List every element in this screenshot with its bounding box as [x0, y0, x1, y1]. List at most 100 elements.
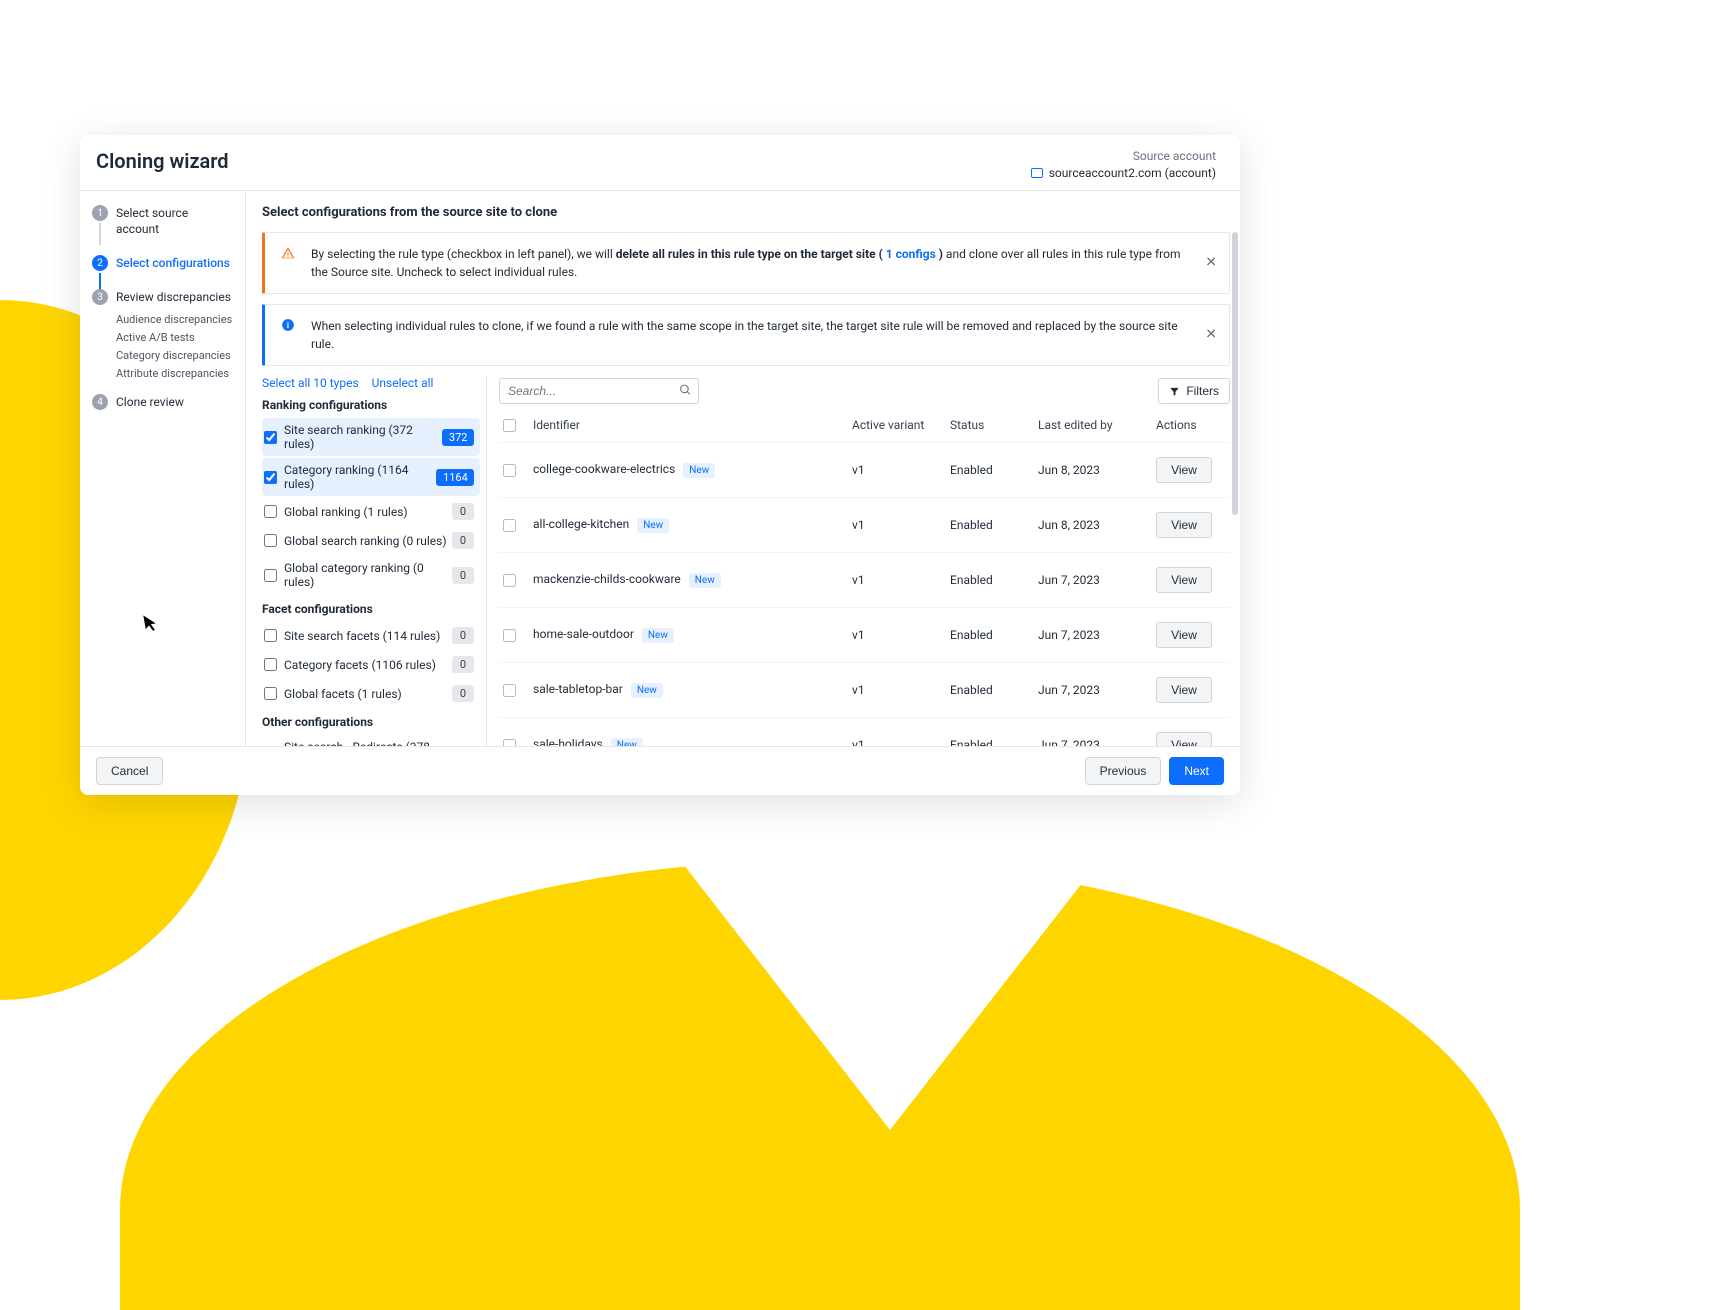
type-checkbox[interactable] [264, 687, 277, 700]
row-checkbox[interactable] [503, 629, 516, 642]
table-row[interactable]: sale-holidaysNewv1EnabledJun 7, 2023View [499, 718, 1230, 746]
type-checkbox[interactable] [264, 629, 277, 642]
row-edited: Jun 7, 2023 [1038, 628, 1148, 642]
row-checkbox[interactable] [503, 739, 516, 747]
type-global-facets[interactable]: Global facets (1 rules) 0 [262, 680, 480, 707]
view-button[interactable]: View [1156, 567, 1212, 593]
new-badge: New [631, 683, 663, 698]
type-global-search-ranking[interactable]: Global search ranking (0 rules) 0 [262, 527, 480, 554]
warning-alert: By selecting the rule type (checkbox in … [262, 232, 1230, 294]
row-edited: Jun 7, 2023 [1038, 573, 1148, 587]
select-links: Select all 10 types Unselect all [262, 376, 480, 390]
substep-abtests[interactable]: Active A/B tests [116, 331, 233, 344]
step-connector [99, 223, 101, 245]
table-row[interactable]: mackenzie-childs-cookwareNewv1EnabledJun… [499, 553, 1230, 608]
type-checkbox[interactable] [264, 658, 277, 671]
row-edited: Jun 8, 2023 [1038, 463, 1148, 477]
view-button[interactable]: View [1156, 512, 1212, 538]
config-area: Select all 10 types Unselect all Ranking… [262, 376, 1230, 746]
warning-icon [281, 246, 295, 265]
step-3[interactable]: 3 Review discrepancies [92, 289, 233, 305]
select-all-link[interactable]: Select all 10 types [262, 376, 359, 390]
type-checkbox[interactable] [264, 505, 277, 518]
row-checkbox[interactable] [503, 684, 516, 697]
count-badge: 0 [452, 746, 474, 747]
step-2[interactable]: 2 Select configurations [92, 255, 233, 271]
close-alert-button[interactable]: ✕ [1205, 325, 1217, 346]
row-variant: v1 [852, 628, 942, 642]
substep-audience[interactable]: Audience discrepancies [116, 313, 233, 326]
row-checkbox[interactable] [503, 464, 516, 477]
step-1-label: Select source account [116, 205, 233, 237]
table-row[interactable]: all-college-kitchenNewv1EnabledJun 8, 20… [499, 498, 1230, 553]
step-3-num: 3 [92, 289, 108, 305]
modal-title: Cloning wizard [96, 149, 229, 173]
table-header: Identifier Active variant Status Last ed… [499, 412, 1230, 443]
cancel-button[interactable]: Cancel [96, 757, 163, 785]
row-variant: v1 [852, 683, 942, 697]
cloning-wizard-modal: Cloning wizard Source account sourceacco… [80, 135, 1240, 795]
close-alert-button[interactable]: ✕ [1205, 253, 1217, 274]
configs-link[interactable]: 1 configs [886, 247, 936, 261]
type-checkbox[interactable] [264, 534, 277, 547]
new-badge: New [611, 738, 643, 746]
type-site-search-facets[interactable]: Site search facets (114 rules) 0 [262, 622, 480, 649]
view-button[interactable]: View [1156, 622, 1212, 648]
table-row[interactable]: college-cookware-electricsNewv1EnabledJu… [499, 443, 1230, 498]
step-4-num: 4 [92, 394, 108, 410]
count-badge: 0 [452, 656, 474, 673]
count-badge: 1164 [436, 469, 474, 486]
row-variant: v1 [852, 463, 942, 477]
table-row[interactable]: home-sale-outdoorNewv1EnabledJun 7, 2023… [499, 608, 1230, 663]
config-panel: Select configurations from the source si… [245, 191, 1240, 746]
type-global-ranking[interactable]: Global ranking (1 rules) 0 [262, 498, 480, 525]
type-category-facets[interactable]: Category facets (1106 rules) 0 [262, 651, 480, 678]
row-status: Enabled [950, 518, 1030, 532]
row-checkbox[interactable] [503, 574, 516, 587]
count-badge: 0 [452, 685, 474, 702]
table-row[interactable]: sale-tabletop-barNewv1EnabledJun 7, 2023… [499, 663, 1230, 718]
new-badge: New [637, 518, 669, 533]
row-identifier: sale-tabletop-barNew [533, 682, 844, 698]
source-account-value: sourceaccount2.com (account) [1031, 166, 1216, 180]
scrollbar-thumb[interactable] [1232, 232, 1238, 515]
step-1[interactable]: 1 Select source account [92, 205, 233, 237]
type-checkbox[interactable] [264, 569, 277, 582]
type-redirects[interactable]: Site search - Redirects (378 rules) 0 [262, 735, 480, 746]
previous-button[interactable]: Previous [1085, 757, 1162, 785]
count-badge: 0 [452, 532, 474, 549]
filter-icon [1169, 386, 1180, 397]
warning-text: By selecting the rule type (checkbox in … [311, 245, 1213, 281]
unselect-all-link[interactable]: Unselect all [372, 376, 434, 390]
search-input[interactable] [499, 378, 699, 404]
panel-scroll[interactable]: By selecting the rule type (checkbox in … [246, 232, 1240, 746]
next-button[interactable]: Next [1169, 757, 1224, 785]
type-site-search-ranking[interactable]: Site search ranking (372 rules) 372 [262, 418, 480, 456]
source-account-label: Source account [1031, 149, 1216, 163]
new-badge: New [642, 628, 674, 643]
view-button[interactable]: View [1156, 457, 1212, 483]
step-4[interactable]: 4 Clone review [92, 394, 233, 410]
step-3-substeps: Audience discrepancies Active A/B tests … [116, 313, 233, 380]
svg-text:i: i [287, 320, 289, 330]
row-checkbox[interactable] [503, 519, 516, 532]
source-account: Source account sourceaccount2.com (accou… [1031, 149, 1216, 180]
select-all-checkbox[interactable] [503, 419, 516, 432]
type-global-category-ranking[interactable]: Global category ranking (0 rules) 0 [262, 556, 480, 594]
group-facet: Facet configurations [262, 602, 480, 616]
rules-table-panel: Filters Identifier Active variant Status… [487, 376, 1230, 746]
substep-attribute[interactable]: Attribute discrepancies [116, 367, 233, 380]
type-checkbox[interactable] [264, 471, 277, 484]
modal-header: Cloning wizard Source account sourceacco… [80, 135, 1240, 191]
filters-button[interactable]: Filters [1158, 378, 1230, 404]
step-2-label: Select configurations [116, 255, 230, 271]
view-button[interactable]: View [1156, 677, 1212, 703]
view-button[interactable]: View [1156, 732, 1212, 746]
substep-category[interactable]: Category discrepancies [116, 349, 233, 362]
step-2-num: 2 [92, 255, 108, 271]
step-4-label: Clone review [116, 394, 184, 410]
type-checkbox[interactable] [264, 431, 277, 444]
type-category-ranking[interactable]: Category ranking (1164 rules) 1164 [262, 458, 480, 496]
new-badge: New [683, 463, 715, 478]
row-identifier: sale-holidaysNew [533, 737, 844, 746]
